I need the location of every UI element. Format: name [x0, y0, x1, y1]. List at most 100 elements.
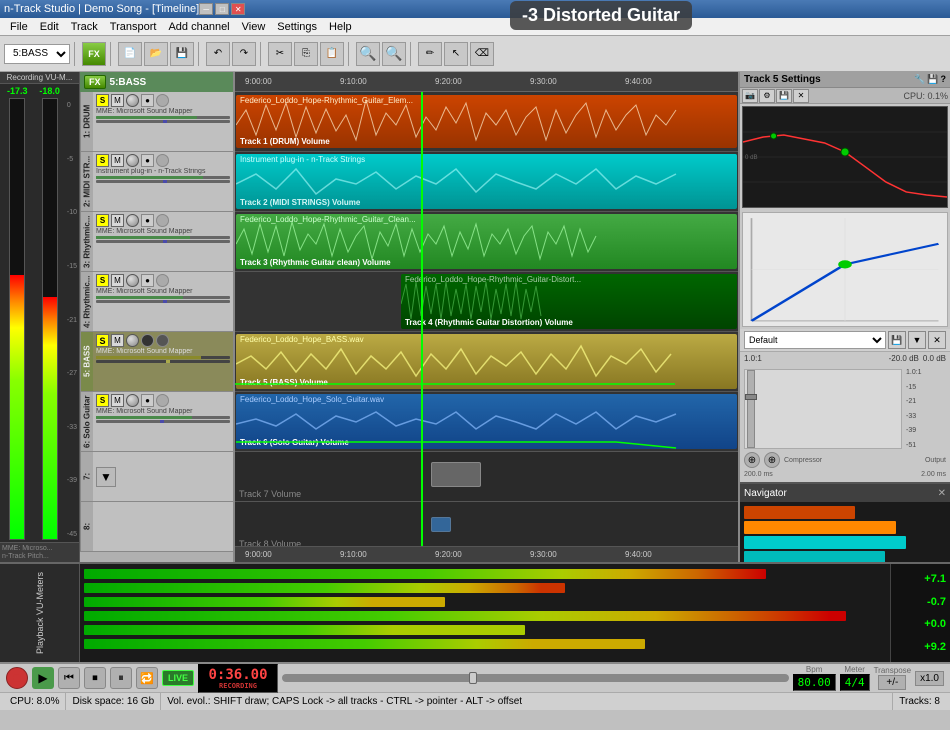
position-slider[interactable] — [282, 674, 789, 682]
menu-add-channel[interactable]: Add channel — [162, 18, 235, 35]
position-thumb[interactable] — [469, 672, 477, 684]
bpm-value[interactable]: 80.00 — [793, 674, 836, 691]
settings-btn-4[interactable]: ✕ — [793, 89, 809, 103]
loop-button[interactable]: 🔁 — [136, 667, 158, 689]
track-1-volume-bar[interactable] — [96, 116, 230, 119]
track-selector[interactable]: 5:BASS — [4, 44, 70, 64]
track-6-rec[interactable]: ● — [141, 394, 154, 407]
redo-button[interactable]: ↷ — [232, 42, 256, 66]
pause-button[interactable]: ⏸ — [110, 667, 132, 689]
track-4-knob[interactable] — [126, 274, 139, 287]
meter-value[interactable]: 4/4 — [840, 674, 870, 691]
preset-close[interactable]: ✕ — [928, 331, 946, 349]
record-button[interactable] — [6, 667, 28, 689]
track-6-timeline[interactable]: Federico_Loddo_Hope_Solo_Guitar.wav Trac… — [235, 392, 738, 452]
track-3-arm[interactable] — [156, 214, 169, 227]
live-button[interactable]: LIVE — [162, 670, 194, 686]
track-5-arm2[interactable] — [156, 334, 169, 347]
track-3-rec[interactable]: ● — [141, 214, 154, 227]
track-3-mute[interactable]: M — [111, 214, 124, 227]
track-4-mute[interactable]: M — [111, 274, 124, 287]
track-1-knob[interactable] — [126, 94, 139, 107]
track-4-rec[interactable]: ● — [141, 274, 154, 287]
track-5-pan-bar[interactable] — [96, 360, 230, 363]
fx-header-button[interactable]: FX — [84, 75, 106, 89]
settings-icon-1[interactable]: 🔧 — [914, 74, 925, 85]
fx-button[interactable]: FX — [82, 42, 106, 66]
track-7-clip-placeholder[interactable] — [431, 462, 481, 487]
nav-bar-2[interactable] — [744, 521, 896, 534]
speed-control[interactable]: x1.0 — [915, 671, 944, 686]
minimize-button[interactable]: ─ — [199, 3, 213, 15]
settings-btn-3[interactable]: 💾 — [776, 89, 792, 103]
track-2-timeline[interactable]: Instrument plug-in - n-Track Strings Tra… — [235, 152, 738, 212]
window-controls[interactable]: ─ □ ✕ — [199, 3, 245, 15]
eraser-tool[interactable]: ⌫ — [470, 42, 494, 66]
track-1-clip[interactable]: Federico_Loddo_Hope-Rhythmic_Guitar_Elem… — [236, 95, 737, 148]
track-6-volume-bar[interactable] — [96, 416, 230, 419]
track-1-mute[interactable]: M — [111, 94, 124, 107]
track-4-volume-bar[interactable] — [96, 296, 230, 299]
track-5-knob[interactable] — [126, 334, 139, 347]
track-1-solo[interactable]: S — [96, 94, 109, 107]
track-2-solo[interactable]: S — [96, 154, 109, 167]
menu-edit[interactable]: Edit — [34, 18, 65, 35]
play-button[interactable]: ▶ — [32, 667, 54, 689]
track-1-rec[interactable]: ● — [141, 94, 154, 107]
maximize-button[interactable]: □ — [215, 3, 229, 15]
zoom-out-button[interactable]: 🔍 — [382, 42, 406, 66]
track-6-pan-bar[interactable] — [96, 420, 230, 423]
eq-display[interactable]: 0 dB — [742, 106, 948, 208]
track-7-add[interactable]: ▼ — [96, 467, 116, 487]
settings-btn-1[interactable]: 📷 — [742, 89, 758, 103]
track-1-pan-bar[interactable] — [96, 120, 230, 123]
track-5-timeline[interactable]: Federico_Loddo_Hope_BASS.wav Track 5 (BA… — [235, 332, 738, 392]
track-3-knob[interactable] — [126, 214, 139, 227]
track-2-rec[interactable]: ● — [141, 154, 154, 167]
menu-settings[interactable]: Settings — [271, 18, 323, 35]
track-2-clip[interactable]: Instrument plug-in - n-Track Strings Tra… — [236, 154, 737, 209]
track-1-timeline[interactable]: Federico_Loddo_Hope-Rhythmic_Guitar_Elem… — [235, 92, 738, 152]
track-6-solo[interactable]: S — [96, 394, 109, 407]
track-6-clip[interactable]: Federico_Loddo_Hope_Solo_Guitar.wav Trac… — [236, 394, 737, 449]
track-2-arm[interactable] — [156, 154, 169, 167]
track-2-knob[interactable] — [126, 154, 139, 167]
nav-bar-1[interactable] — [744, 506, 855, 519]
save-button[interactable]: 💾 — [170, 42, 194, 66]
new-button[interactable]: 📄 — [118, 42, 142, 66]
stop-button[interactable]: ⏹ — [84, 667, 106, 689]
track-4-solo[interactable]: S — [96, 274, 109, 287]
transport-time-display[interactable]: 0:36.00 RECORDING — [198, 664, 278, 693]
menu-help[interactable]: Help — [323, 18, 358, 35]
menu-file[interactable]: File — [4, 18, 34, 35]
pencil-tool[interactable]: ✏ — [418, 42, 442, 66]
comp-knob-2[interactable]: ⊕ — [764, 452, 780, 468]
close-button[interactable]: ✕ — [231, 3, 245, 15]
track-4-arm[interactable] — [156, 274, 169, 287]
settings-help[interactable]: ? — [941, 74, 947, 85]
track-2-volume-bar[interactable] — [96, 176, 230, 179]
track-5-mute[interactable]: M — [111, 334, 124, 347]
track-4-pan-bar[interactable] — [96, 300, 230, 303]
track-2-pan-bar[interactable] — [96, 180, 230, 183]
track-7-timeline[interactable]: Track 7 Volume — [235, 452, 738, 502]
track-8-timeline[interactable]: Track 8 Volume — [235, 502, 738, 546]
cut-button[interactable]: ✂ — [268, 42, 292, 66]
track-3-clip[interactable]: Federico_Loddo_Hope-Rhythmic_Guitar_Clea… — [236, 214, 737, 269]
track-3-solo[interactable]: S — [96, 214, 109, 227]
preset-select[interactable]: Default — [744, 331, 886, 349]
settings-btn-2[interactable]: ⚙ — [759, 89, 775, 103]
track-3-timeline[interactable]: Federico_Loddo_Hope-Rhythmic_Guitar_Clea… — [235, 212, 738, 272]
nav-bar-4[interactable] — [744, 551, 885, 562]
preset-menu[interactable]: ▼ — [908, 331, 926, 349]
track-4-timeline[interactable]: Federico_Loddo_Hope-Rhythmic_Guitar-Dist… — [235, 272, 738, 332]
rewind-button[interactable]: ⏮ — [58, 667, 80, 689]
zoom-in-button[interactable]: 🔍 — [356, 42, 380, 66]
open-button[interactable]: 📂 — [144, 42, 168, 66]
track-6-mute[interactable]: M — [111, 394, 124, 407]
track-1-arm[interactable] — [156, 94, 169, 107]
track-4-clip[interactable]: Federico_Loddo_Hope-Rhythmic_Guitar-Dist… — [401, 274, 737, 329]
track-6-arm[interactable] — [156, 394, 169, 407]
undo-button[interactable]: ↶ — [206, 42, 230, 66]
comp-knob-1[interactable]: ⊕ — [744, 452, 760, 468]
